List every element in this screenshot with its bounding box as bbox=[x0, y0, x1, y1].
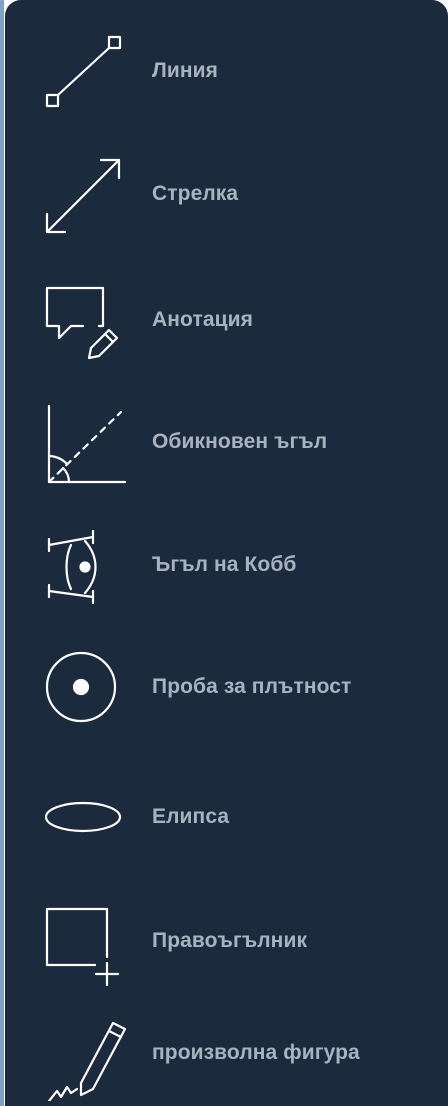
tool-freehand-label: произволна фигура bbox=[152, 1041, 360, 1064]
tool-line[interactable]: Линия bbox=[5, 10, 448, 132]
annotation-icon bbox=[33, 272, 129, 368]
tool-ellipse[interactable]: Елипса bbox=[5, 756, 448, 878]
tool-annotation[interactable]: Анотация bbox=[5, 259, 448, 381]
app-frame: Линия Стрелка Анотация Обикновен ъгъл Ъг… bbox=[0, 0, 448, 1106]
angle-icon bbox=[33, 394, 129, 490]
tool-freehand[interactable]: произволна фигура bbox=[5, 992, 448, 1106]
ellipse-icon bbox=[33, 769, 129, 865]
window-edge bbox=[0, 0, 4, 1106]
density-probe-icon bbox=[33, 639, 129, 735]
tool-angle-label: Обикновен ъгъл bbox=[152, 430, 328, 453]
tool-density-probe[interactable]: Проба за плътност bbox=[5, 626, 448, 748]
annotation-tools-panel: Линия Стрелка Анотация Обикновен ъгъл Ъг… bbox=[5, 0, 448, 1106]
arrow-icon bbox=[33, 146, 129, 242]
line-icon bbox=[33, 23, 129, 119]
tool-rectangle-label: Правоъгълник bbox=[152, 929, 308, 952]
rectangle-icon bbox=[33, 893, 129, 989]
tool-cobb-angle-label: Ъгъл на Кобб bbox=[152, 553, 297, 576]
freehand-icon bbox=[33, 1005, 129, 1101]
tool-arrow[interactable]: Стрелка bbox=[5, 133, 448, 255]
tool-angle[interactable]: Обикновен ъгъл bbox=[5, 381, 448, 503]
cobb-angle-icon bbox=[33, 517, 129, 613]
tool-cobb-angle[interactable]: Ъгъл на Кобб bbox=[5, 504, 448, 626]
tool-ellipse-label: Елипса bbox=[152, 805, 230, 828]
tool-rectangle[interactable]: Правоъгълник bbox=[5, 880, 448, 1002]
tool-line-label: Линия bbox=[152, 59, 218, 82]
tool-density-probe-label: Проба за плътност bbox=[152, 675, 352, 698]
tool-annotation-label: Анотация bbox=[152, 308, 253, 331]
tool-arrow-label: Стрелка bbox=[152, 182, 239, 205]
